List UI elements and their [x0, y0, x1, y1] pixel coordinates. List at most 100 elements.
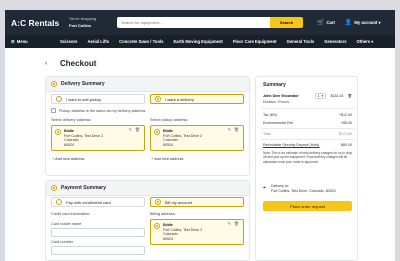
- summary-title: Summary: [263, 82, 286, 88]
- hamburger-icon: ☰: [11, 39, 15, 44]
- edit-icon[interactable]: ✎: [228, 221, 231, 227]
- radio-icon: [154, 129, 160, 135]
- search-input[interactable]: [117, 17, 270, 28]
- same-address-checkbox[interactable]: Pickup address is the same as my deliver…: [51, 108, 145, 113]
- self-pickup-label: I want to self-pickup: [66, 96, 102, 102]
- app-window: A:C Rentals You're shopping Fort Collins…: [0, 0, 400, 261]
- add-pickup-address-link[interactable]: + Add new address: [151, 157, 183, 161]
- radio-icon: [154, 223, 160, 229]
- search-button[interactable]: Search: [270, 17, 303, 28]
- tax-value: +$12.50: [338, 113, 352, 117]
- address-zip: 80524: [64, 142, 74, 147]
- item-price: $134.25: [330, 94, 344, 98]
- delivery-option[interactable]: I want a delivery: [150, 94, 244, 104]
- menu-button[interactable]: ☰ Menu: [11, 39, 60, 44]
- section-radio-icon: [51, 185, 57, 191]
- delivery-option-label: I want a delivery: [165, 96, 194, 102]
- nav-link-aerial-lifts[interactable]: Aerial Lifts: [87, 39, 109, 44]
- trash-icon[interactable]: 🗑: [234, 221, 239, 227]
- deposit-row: Refundable Security Deposit (Hold) $80.00: [263, 143, 352, 147]
- divider: [261, 139, 354, 140]
- checkbox-icon: [51, 108, 56, 113]
- place-order-button[interactable]: Place order request: [263, 201, 352, 211]
- chevron-down-icon: ▾: [378, 20, 381, 25]
- edit-icon[interactable]: ✎: [228, 127, 231, 133]
- address-actions: ✎ 🗑: [228, 221, 239, 227]
- add-delivery-address-link[interactable]: + Add new address: [52, 157, 84, 161]
- menu-label: Menu: [16, 39, 28, 44]
- delivery-summary-card: Delivery Summary I want to self-pickup I…: [45, 76, 250, 176]
- back-arrow-icon[interactable]: ‹: [45, 60, 47, 67]
- others-label: Others: [356, 39, 371, 44]
- brand-logo[interactable]: A:C Rentals: [11, 18, 63, 28]
- bill-account-label: Bill my account: [165, 199, 192, 205]
- tax-row: Tax (8%) +$12.50: [263, 113, 352, 117]
- trash-icon[interactable]: 🗑: [135, 127, 140, 133]
- pay-card-option[interactable]: Pay with credit/debit card: [51, 197, 145, 207]
- cardholder-label: Card holder name: [51, 222, 82, 226]
- nav-link-floor-care[interactable]: Floor Care Equipment: [233, 39, 277, 44]
- cart-link[interactable]: 🛒 Cart: [317, 19, 335, 26]
- address-zip: 80524: [163, 142, 173, 147]
- billing-address-card[interactable]: ✎ 🗑 Eddie Fort Collins, Test Drive 2 Colo…: [150, 219, 244, 245]
- item-name: John Deer Excavator: [263, 94, 299, 98]
- delivery-to: ⌖ Delivery to: Fort Collins, Test Drive,…: [263, 184, 336, 193]
- qty-value: 1: [317, 94, 320, 98]
- pickup-address-label: Select pickup address:: [150, 118, 189, 122]
- cardholder-input[interactable]: [51, 228, 145, 237]
- payment-summary-card: Payment Summary Pay with credit/debit ca…: [45, 180, 250, 261]
- quantity-stepper[interactable]: 1 ▾: [314, 93, 327, 99]
- address-zip: 80524: [163, 236, 173, 241]
- total-value: $171.60: [339, 132, 352, 136]
- account-label: My account: [354, 20, 378, 25]
- delivery-address-label: Select delivery address:: [51, 118, 92, 122]
- nav-link-others[interactable]: Others ▾: [357, 39, 374, 44]
- divider: [261, 128, 354, 129]
- radio-icon: [56, 96, 62, 102]
- trash-icon[interactable]: 🗑: [234, 127, 239, 133]
- location-pin-icon: ⌖: [263, 185, 266, 191]
- shipping-location: Fort Collins: [69, 22, 92, 28]
- self-pickup-option[interactable]: I want to self-pickup: [51, 94, 145, 104]
- total-label: Total: [263, 132, 271, 136]
- radio-icon: [55, 129, 61, 135]
- line-item: John Deer Excavator 1 ▾ $134.25 🗑: [263, 93, 352, 99]
- nav-link-general-tools[interactable]: General Tools: [287, 39, 315, 44]
- divider: [261, 108, 354, 109]
- item-controls: 1 ▾ $134.25 🗑: [314, 93, 352, 99]
- chevron-down-icon: ▾: [371, 39, 374, 44]
- chevron-down-icon: ▾: [321, 94, 324, 98]
- radio-icon: [56, 199, 62, 205]
- nav-link-scissors[interactable]: Scissors: [60, 39, 77, 44]
- category-nav: ☰ Menu Scissors Aerial Lifts Concrete Saw…: [5, 35, 395, 48]
- nav-links: Scissors Aerial Lifts Concrete Saws / To…: [60, 39, 373, 44]
- nav-link-earth-moving[interactable]: Earth Moving Equipment: [174, 39, 223, 44]
- edit-icon[interactable]: ✎: [129, 127, 132, 133]
- bill-account-option[interactable]: Bill my account: [150, 197, 244, 207]
- order-summary-panel: Summary John Deer Excavator 1 ▾ $134.25 🗑…: [255, 76, 358, 261]
- checkout-page: ‹ Checkout Delivery Summary I want to se…: [5, 48, 395, 261]
- card-number-label: Card number: [51, 240, 74, 244]
- env-fee-label: Environmental Fee: [263, 121, 294, 125]
- store-location[interactable]: You're shopping Fort Collins: [69, 17, 113, 28]
- payment-summary-header: Payment Summary: [46, 181, 249, 196]
- page-title: Checkout: [60, 59, 97, 68]
- logo-text: A:C Rentals: [11, 17, 60, 28]
- card-number-input[interactable]: [51, 246, 145, 255]
- account-menu[interactable]: 👤 My account ▾: [345, 19, 381, 26]
- nav-link-concrete-saws[interactable]: Concrete Saws / Tools: [119, 39, 163, 44]
- cart-icon: 🛒: [317, 20, 325, 26]
- deposit-link[interactable]: Refundable Security Deposit (Hold): [263, 143, 319, 147]
- delivery-note: Note: This is an estimate of total deliv…: [263, 151, 353, 164]
- card-info-label: Credit card information:: [51, 212, 91, 216]
- user-icon: 👤: [344, 20, 353, 26]
- trash-icon[interactable]: 🗑: [347, 94, 352, 98]
- cart-label: Cart: [326, 20, 335, 25]
- header-actions: 🛒 Cart 👤 My account ▾: [317, 19, 381, 26]
- delivery-address-card[interactable]: ✎ 🗑 Eddie Fort Collins, Test Drive 2 Colo…: [51, 125, 145, 151]
- pickup-address-card[interactable]: ✎ 🗑 Eddie Fort Collins, Test Drive 2 Colo…: [150, 125, 244, 151]
- delivery-to-address: Fort Collins, Test Drive, Colorado, 8052…: [271, 188, 336, 193]
- billing-address-label: Billing address:: [150, 212, 176, 216]
- nav-link-generators[interactable]: Generators: [324, 39, 346, 44]
- item-duration: Duration: 5 hours: [263, 100, 290, 104]
